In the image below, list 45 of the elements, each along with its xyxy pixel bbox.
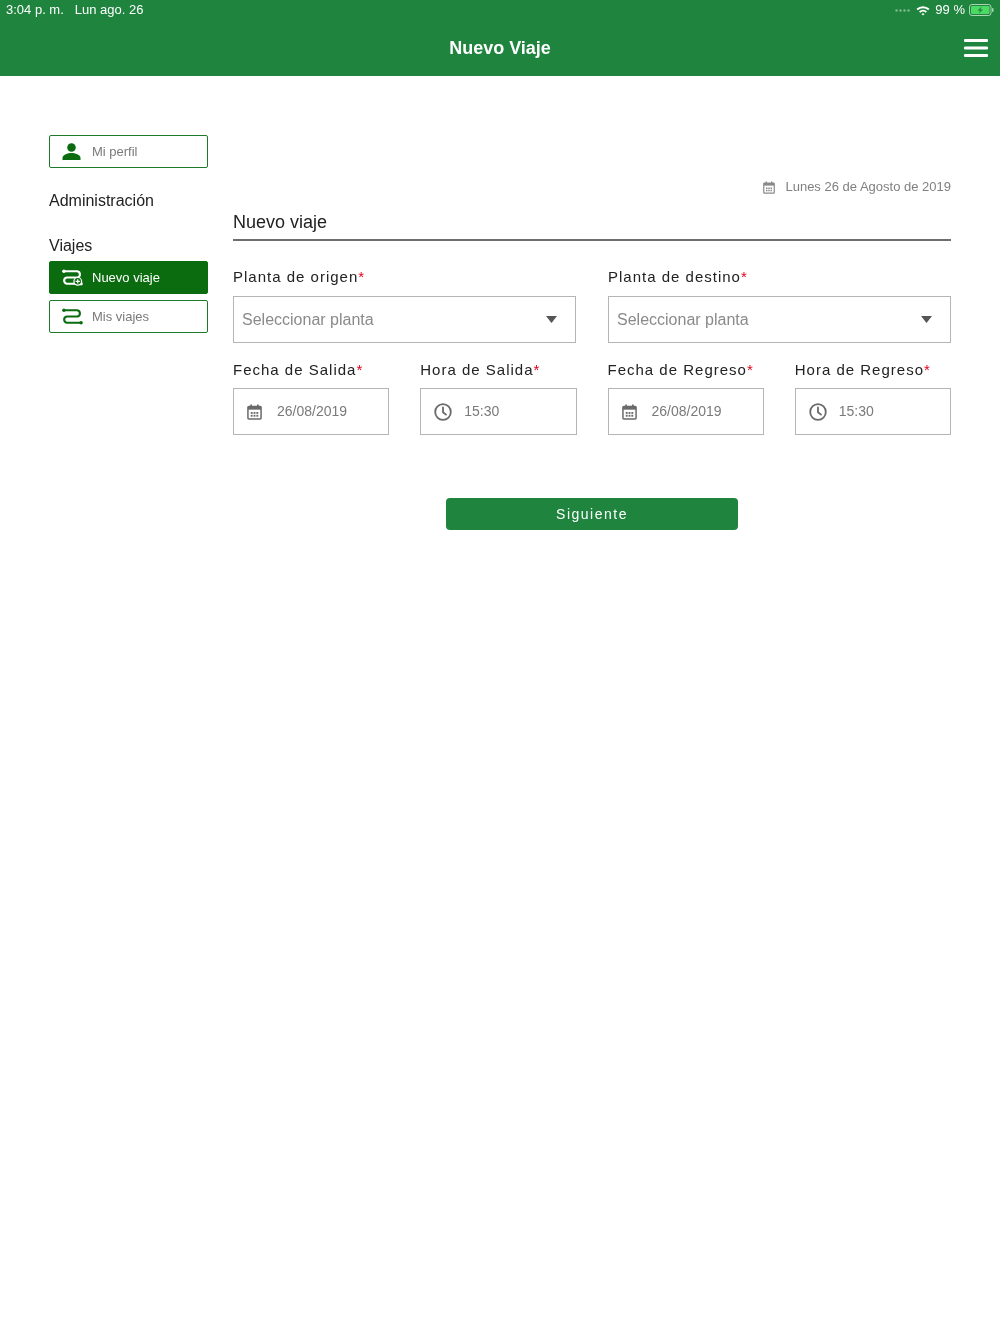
time-field[interactable]: 15:30 [794, 388, 951, 435]
caret-icon [546, 316, 557, 323]
caret-icon [921, 316, 932, 323]
plant-select[interactable]: Seleccionar planta [608, 296, 951, 343]
route-icon [62, 308, 83, 325]
next-button[interactable]: Siguiente [446, 498, 738, 530]
calendar-icon [763, 180, 776, 194]
profile-button[interactable]: Mi perfil [49, 135, 208, 168]
menu-icon [964, 39, 988, 57]
status-time: 3:04 p. m. [6, 2, 64, 18]
required-mark: * [533, 361, 540, 379]
section-heading: Viajes [49, 237, 94, 255]
menu-button[interactable] [964, 39, 988, 57]
clock-icon [808, 402, 827, 421]
battery-icon [969, 4, 994, 16]
time-field[interactable]: 15:30 [420, 388, 577, 435]
required-mark: * [924, 361, 930, 379]
field-label: Planta de destino [608, 268, 741, 286]
wifi-icon [916, 4, 931, 16]
route-plus-icon [62, 269, 83, 286]
calendar-icon [247, 403, 262, 420]
form-title: Nuevo viaje [233, 212, 328, 232]
field-label: Hora de Regreso [794, 361, 924, 379]
section-heading: Administración [49, 192, 155, 210]
field-label: Planta de origen [233, 268, 359, 286]
date-field[interactable]: 26/08/2019 [233, 388, 390, 435]
clock-icon [434, 402, 453, 421]
calendar-icon [621, 403, 637, 420]
required-mark: * [746, 361, 753, 379]
person-icon [62, 143, 81, 160]
battery-percent: 99 % [935, 2, 965, 18]
current-date: Lunes 26 de Agosto de 2019 [785, 178, 951, 196]
date-field[interactable]: 26/08/2019 [607, 388, 764, 435]
sidebar-item[interactable]: Nuevo viaje [49, 261, 208, 294]
field-label: Hora de Salida [420, 361, 534, 379]
field-label: Fecha de Regreso [607, 361, 747, 379]
required-mark: * [356, 361, 363, 379]
required-mark: * [740, 268, 747, 286]
plant-select[interactable]: Seleccionar planta [233, 296, 576, 343]
page-title: Nuevo Viaje [449, 37, 551, 59]
required-mark: * [358, 268, 365, 286]
field-label: Fecha de Salida [233, 361, 357, 379]
status-date: Lun ago. 26 [74, 2, 144, 18]
signal-icon [895, 8, 911, 12]
sidebar-item[interactable]: Mis viajes [49, 300, 208, 333]
